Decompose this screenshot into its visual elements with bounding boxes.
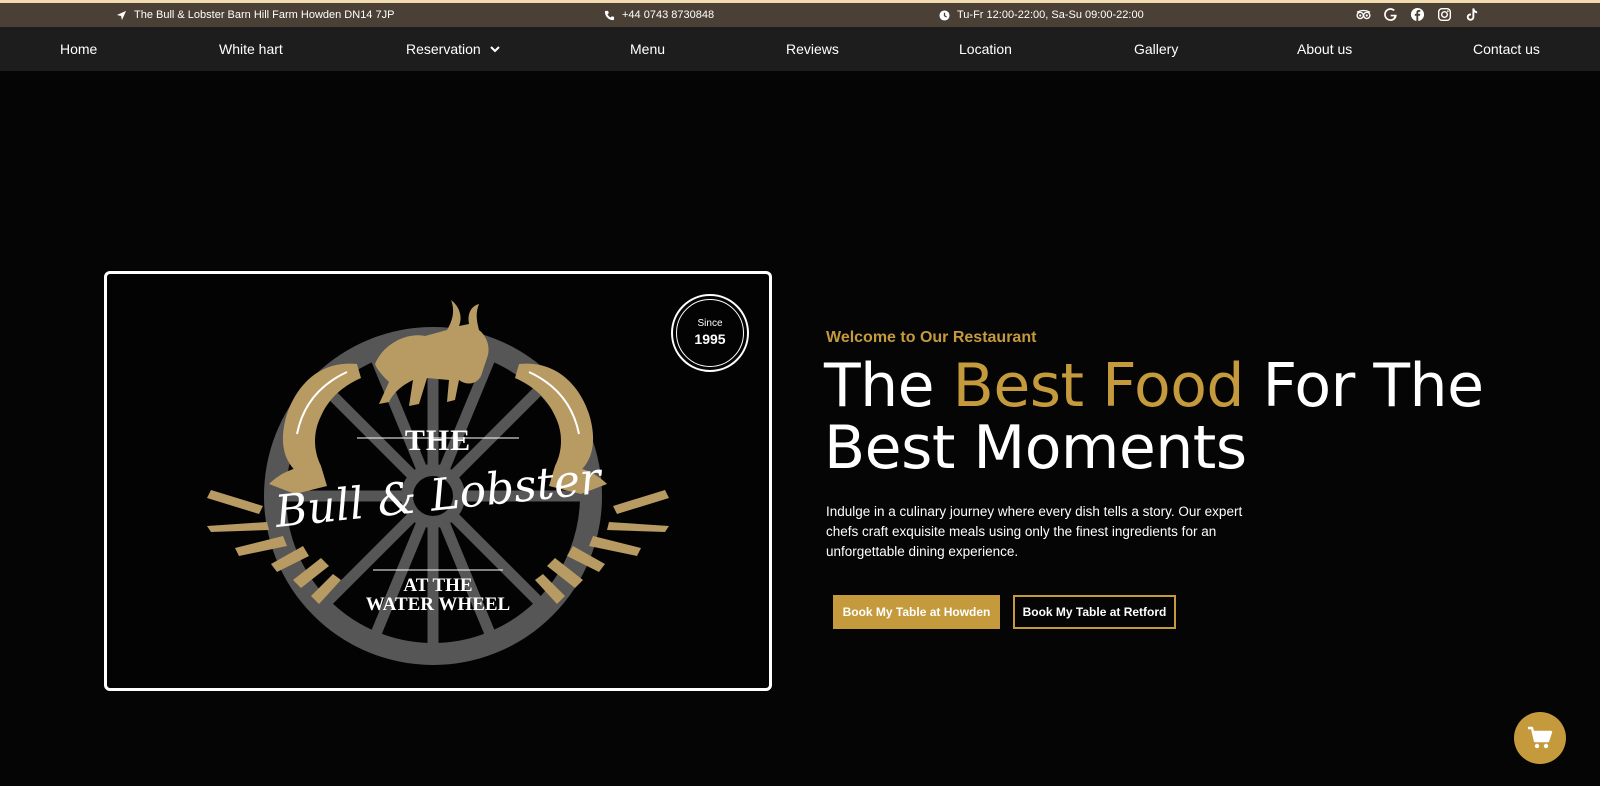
nav-item-label: About us: [1297, 41, 1353, 57]
since-label: Since: [697, 318, 723, 329]
book-retford-button[interactable]: Book My Table at Retford: [1013, 595, 1176, 629]
phone-text[interactable]: +44 0743 8730848: [622, 9, 714, 21]
nav-item-label: Gallery: [1134, 41, 1179, 57]
nav-item-label: Location: [959, 41, 1012, 57]
tripadvisor-icon[interactable]: [1356, 7, 1371, 22]
nav-item-gallery[interactable]: Gallery: [1134, 41, 1178, 57]
instagram-icon[interactable]: [1437, 7, 1452, 22]
hours-text: Tu-Fr 12:00-22:00, Sa-Su 09:00-22:00: [957, 9, 1144, 21]
nav-item-contact-us[interactable]: Contact us: [1473, 41, 1540, 57]
logo-line-at-the: AT THE WATER WHEEL: [107, 576, 769, 614]
nav-item-location[interactable]: Location: [959, 41, 1012, 57]
hero-headline: The Best Food For The Best Moments: [824, 355, 1524, 479]
nav-item-label: Reservation: [406, 41, 481, 57]
address-info: The Bull & Lobster Barn Hill Farm Howden…: [116, 9, 394, 21]
nav-item-label: Contact us: [1473, 41, 1540, 57]
main-navigation: Home White hart Reservation Menu Reviews…: [0, 27, 1600, 71]
nav-item-white-hart[interactable]: White hart: [219, 41, 283, 57]
social-links: [1356, 7, 1479, 22]
headline-pre: The: [824, 351, 953, 421]
hours-info: Tu-Fr 12:00-22:00, Sa-Su 09:00-22:00: [939, 9, 1144, 21]
phone-icon: [604, 10, 615, 20]
google-icon[interactable]: [1383, 7, 1398, 22]
clock-icon: [939, 9, 950, 21]
facebook-icon[interactable]: [1410, 7, 1425, 22]
welcome-subtitle: Welcome to Our Restaurant: [826, 329, 1037, 346]
nav-item-label: Home: [60, 41, 98, 57]
nav-item-label: Menu: [630, 41, 666, 57]
nav-item-about-us[interactable]: About us: [1297, 41, 1352, 57]
since-year: 1995: [694, 331, 726, 347]
nav-item-label: Reviews: [786, 41, 839, 57]
hero-intro-text: Indulge in a culinary journey where ever…: [826, 504, 1243, 559]
address-text: The Bull & Lobster Barn Hill Farm Howden…: [134, 9, 395, 21]
location-arrow-icon: [116, 10, 127, 20]
since-badge: Since 1995: [671, 294, 749, 372]
nav-item-home[interactable]: Home: [60, 41, 97, 57]
top-info-bar: The Bull & Lobster Barn Hill Farm Howden…: [0, 0, 1600, 27]
headline-highlight: Best Food: [952, 351, 1245, 421]
nav-item-reservation[interactable]: Reservation: [406, 41, 501, 57]
tiktok-icon[interactable]: [1464, 7, 1479, 22]
chevron-down-icon: [489, 46, 500, 53]
nav-item-reviews[interactable]: Reviews: [786, 41, 839, 57]
logo-line-water-wheel: WATER WHEEL: [365, 594, 511, 615]
cart-button[interactable]: [1514, 712, 1566, 764]
nav-item-label: White hart: [219, 41, 283, 57]
restaurant-logo-image: THE Bull & Lobster AT THE WATER WHEEL Si…: [104, 271, 772, 691]
nav-item-menu[interactable]: Menu: [630, 41, 665, 57]
phone-info[interactable]: +44 0743 8730848: [604, 9, 714, 21]
logo-line-at: AT THE: [403, 575, 473, 596]
shopping-cart-icon: [1528, 726, 1553, 749]
book-howden-button[interactable]: Book My Table at Howden: [833, 595, 1000, 629]
